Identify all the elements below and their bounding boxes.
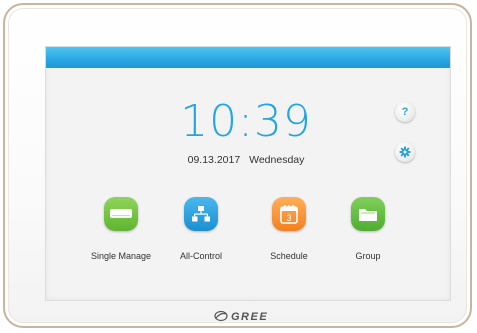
clock-time: 10:39 (180, 96, 312, 147)
date-value: 09.13.2017 (187, 154, 241, 166)
single-manage-label: Single Manage (90, 251, 152, 261)
gree-logo: GREE (213, 308, 283, 324)
group-button[interactable]: Group (330, 197, 406, 267)
help-button[interactable]: ? (395, 102, 415, 122)
network-hierarchy-icon (192, 206, 210, 222)
calendar-icon: 3 (280, 205, 298, 224)
clock-date: 09.13.2017 Wednesday (156, 154, 336, 170)
all-control-tile (184, 197, 218, 231)
gree-logo-mark: GREE (214, 310, 268, 323)
schedule-label: Schedule (270, 251, 308, 261)
all-control-label: All-Control (179, 251, 222, 261)
schedule-tile: 3 (272, 197, 306, 231)
all-control-button[interactable]: All-Control (163, 197, 239, 267)
single-manage-tile (104, 197, 138, 231)
group-tile (351, 197, 385, 231)
top-status-bar (46, 47, 450, 68)
gear-icon (399, 146, 411, 158)
calendar-day-number: 3 (286, 213, 291, 223)
air-conditioner-icon (110, 209, 132, 218)
gree-logo-text: GREE (231, 311, 268, 323)
schedule-button[interactable]: 3 Schedule (251, 197, 327, 267)
single-manage-button[interactable]: Single Manage (83, 197, 159, 267)
folder-icon (359, 209, 377, 221)
group-label: Group (355, 251, 381, 261)
question-mark-icon: ? (401, 105, 409, 118)
touch-screen: 10:39 09.13.2017 Wednesday ? Single Mana… (45, 46, 451, 301)
control-panel-device: 10:39 09.13.2017 Wednesday ? Single Mana… (3, 3, 472, 328)
weekday-value: Wednesday (249, 154, 305, 166)
settings-button[interactable] (395, 142, 415, 162)
